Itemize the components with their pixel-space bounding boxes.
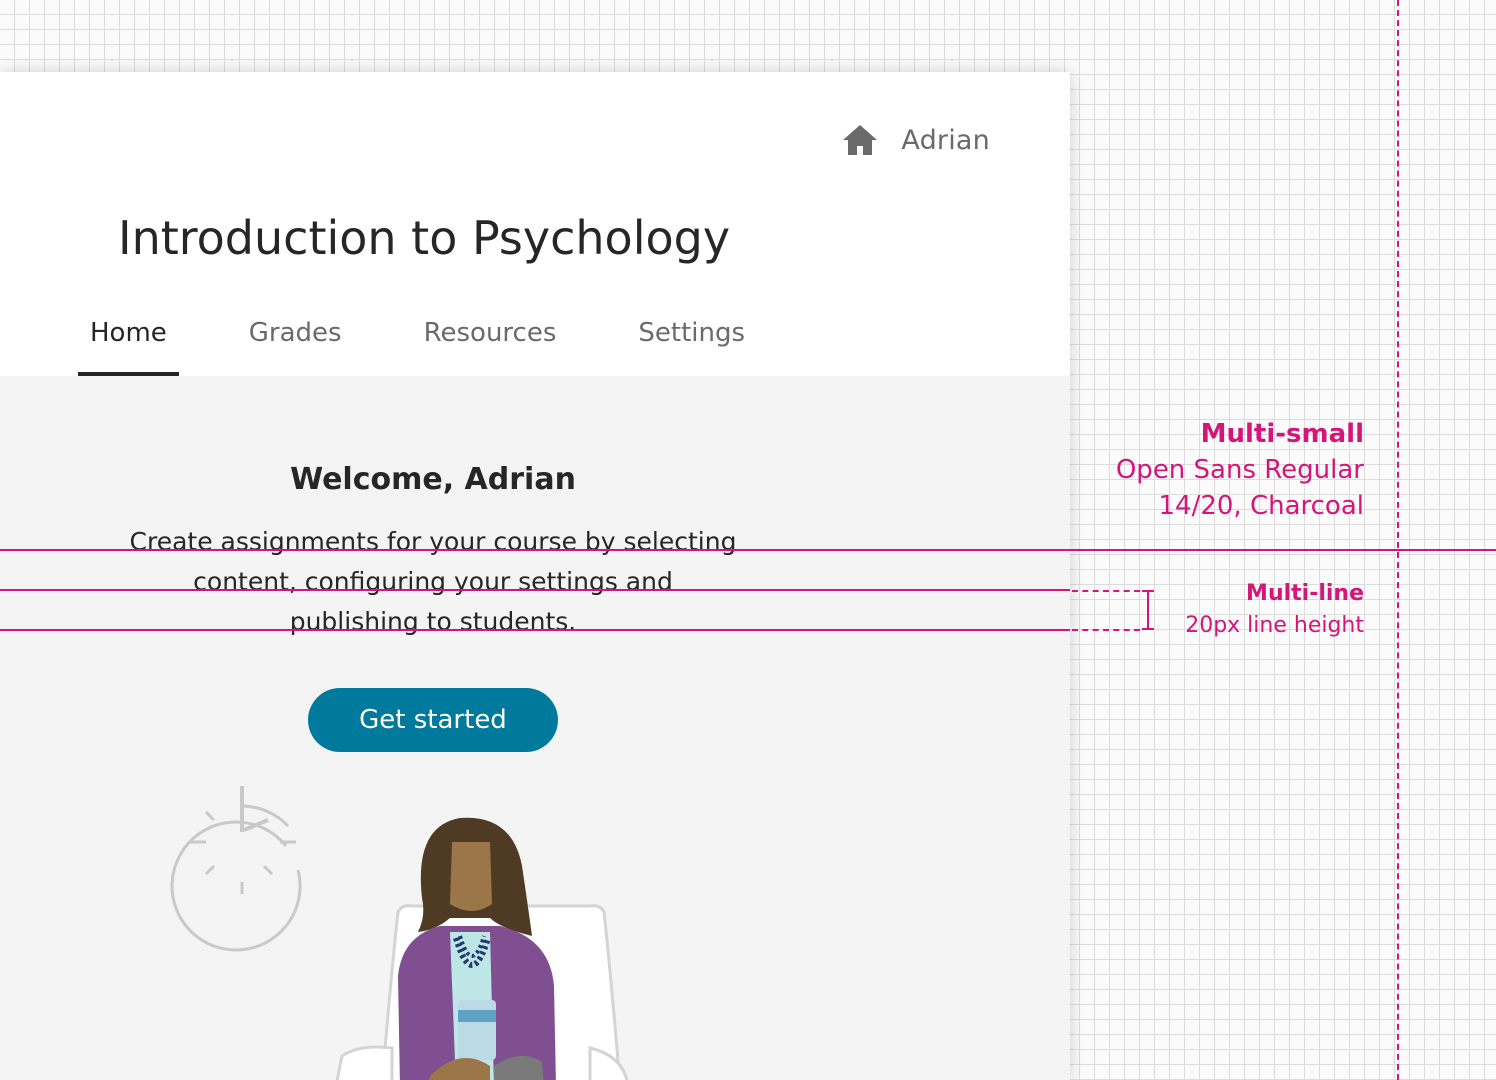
tab-settings[interactable]: Settings <box>626 302 757 376</box>
page-title: Introduction to Psychology <box>118 211 731 265</box>
welcome-heading: Welcome, Adrian <box>290 462 576 497</box>
guide-line-top <box>0 549 1496 551</box>
welcome-description: Create assignments for your course by se… <box>0 522 866 642</box>
annotation-font-spec: Open Sans Regular <box>1115 455 1364 485</box>
course-page-card: Adrian Introduction to Psychology Home G… <box>0 72 1070 1080</box>
description-line: publishing to students. <box>289 607 577 636</box>
course-header: Adrian Introduction to Psychology Home G… <box>0 72 1070 376</box>
tab-grades[interactable]: Grades <box>237 302 354 376</box>
user-menu[interactable]: Adrian <box>841 120 990 160</box>
guide-line-bottom <box>0 629 1070 631</box>
clock-icon <box>170 786 302 952</box>
guide-dash-bottom <box>1072 629 1140 631</box>
course-tabs: Home Grades Resources Settings <box>78 302 815 376</box>
guide-dash-top <box>1072 590 1140 592</box>
tab-home[interactable]: Home <box>78 302 179 376</box>
annotation-multiline: Multi-line 20px line height <box>1185 578 1364 642</box>
annotation-multiline-note: 20px line height <box>1185 613 1364 638</box>
annotation-size-spec: 14/20, Charcoal <box>1158 491 1365 521</box>
guide-line-vertical <box>1397 0 1399 1080</box>
annotation-style-name: Multi-small <box>1200 419 1364 449</box>
description-line: Create assignments for your course by se… <box>129 527 737 556</box>
get-started-button[interactable]: Get started <box>308 688 558 752</box>
welcome-panel: Welcome, Adrian Create assignments for y… <box>0 376 1070 1080</box>
annotation-multiline-title: Multi-line <box>1246 581 1364 606</box>
user-name[interactable]: Adrian <box>901 125 990 156</box>
woman-with-coffee <box>335 817 629 1080</box>
description-line: content, configuring your settings and <box>193 567 673 596</box>
tab-resources[interactable]: Resources <box>412 302 569 376</box>
home-icon[interactable] <box>841 123 879 157</box>
line-height-bracket-icon <box>1142 590 1154 630</box>
welcome-illustration <box>170 786 629 1080</box>
annotation-type-style: Multi-small Open Sans Regular 14/20, Cha… <box>1116 416 1364 524</box>
guide-line-middle <box>0 589 1070 591</box>
